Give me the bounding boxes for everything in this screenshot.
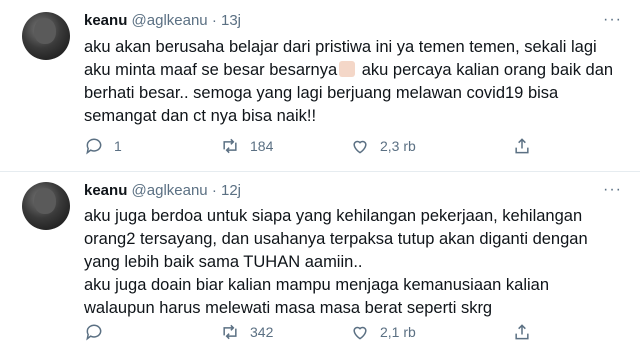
tweet-text-paragraph: aku juga doain biar kalian mampu menjaga…: [84, 276, 550, 317]
user-name[interactable]: keanu: [84, 12, 127, 29]
tweet-actions: 1 184 2,3 rb: [84, 136, 544, 160]
tweet-time[interactable]: 12j: [221, 182, 241, 199]
like-count: 2,3 rb: [380, 138, 416, 154]
reply-button[interactable]: 1: [84, 136, 122, 156]
tweet-text-paragraph: aku juga berdoa untuk siapa yang kehilan…: [84, 207, 588, 271]
tweet-header: keanu @aglkeanu · 12j: [84, 181, 241, 201]
share-icon: [515, 324, 529, 340]
retweet-count: 184: [250, 138, 274, 154]
retweet-count: 342: [250, 324, 274, 340]
like-button[interactable]: 2,1 rb: [350, 322, 416, 342]
retweet-button[interactable]: 184: [220, 136, 273, 156]
tweet[interactable]: keanu @aglkeanu · 13j ··· aku akan berus…: [0, 0, 640, 172]
tweet[interactable]: keanu @aglkeanu · 12j ··· aku juga berdo…: [0, 172, 640, 360]
share-icon: [515, 138, 529, 154]
retweet-icon: [223, 138, 237, 154]
like-count: 2,1 rb: [380, 324, 416, 340]
tweet-actions: 342 2,1 rb: [84, 322, 544, 346]
pray-emoji-icon: [339, 61, 356, 77]
more-options-icon[interactable]: ···: [603, 11, 622, 29]
tweet-header: keanu @aglkeanu · 13j: [84, 11, 241, 31]
separator-dot: ·: [211, 182, 217, 199]
reply-icon: [86, 324, 102, 341]
heart-icon: [353, 140, 367, 154]
user-handle[interactable]: @aglkeanu: [132, 12, 208, 29]
tweet-text: aku juga berdoa untuk siapa yang kehilan…: [84, 205, 614, 320]
heart-icon: [353, 326, 367, 340]
avatar[interactable]: [22, 182, 70, 230]
avatar[interactable]: [22, 12, 70, 60]
retweet-button[interactable]: 342: [220, 322, 273, 342]
more-options-icon[interactable]: ···: [603, 181, 622, 199]
separator-dot: ·: [211, 12, 217, 29]
share-button[interactable]: [512, 136, 532, 156]
user-name[interactable]: keanu: [84, 182, 127, 199]
reply-icon: [86, 138, 102, 155]
like-button[interactable]: 2,3 rb: [350, 136, 416, 156]
tweet-text: aku akan berusaha belajar dari pristiwa …: [84, 36, 614, 128]
user-handle[interactable]: @aglkeanu: [132, 182, 208, 199]
share-button[interactable]: [512, 322, 532, 342]
reply-button[interactable]: [84, 322, 114, 342]
retweet-icon: [223, 324, 237, 340]
tweet-time[interactable]: 13j: [221, 12, 241, 29]
reply-count: 1: [114, 138, 122, 154]
